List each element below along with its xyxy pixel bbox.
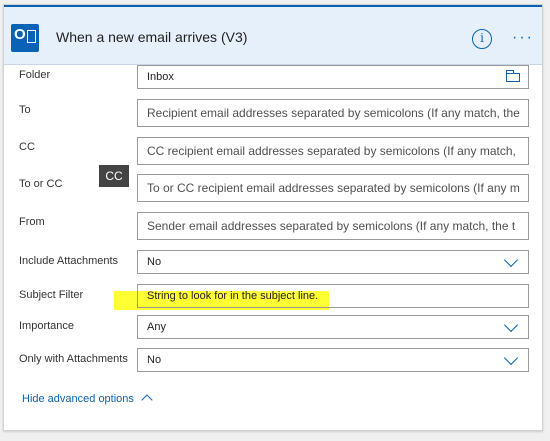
to-or-cc-label: To or CC <box>19 178 63 190</box>
folder-field[interactable]: Inbox <box>137 65 529 89</box>
importance-label: Importance <box>19 320 75 332</box>
from-placeholder: Sender email addresses separated by semi… <box>147 219 516 233</box>
trigger-card: O When a new email arrives (V3) i ··· Fo… <box>3 4 543 431</box>
hide-advanced-options-link[interactable]: Hide advanced options <box>22 393 134 405</box>
folder-label: Folder <box>19 69 51 81</box>
only-with-attachments-value: No <box>147 354 162 366</box>
to-label: To <box>19 104 31 116</box>
subject-filter-placeholder: String to look for in the subject line. <box>147 290 319 302</box>
cc-tooltip: CC <box>99 165 129 187</box>
importance-dropdown[interactable]: Any <box>137 315 529 339</box>
include-attachments-dropdown[interactable]: No <box>137 250 529 274</box>
cc-field[interactable]: CC recipient email addresses separated b… <box>137 137 529 165</box>
folder-icon[interactable] <box>506 70 520 82</box>
cc-label: CC <box>19 141 35 153</box>
card-header[interactable]: O When a new email arrives (V3) i ··· <box>4 5 542 65</box>
cc-placeholder: CC recipient email addresses separated b… <box>147 144 516 158</box>
trigger-title: When a new email arrives (V3) <box>56 29 248 45</box>
subject-filter-label: Subject Filter <box>19 289 84 301</box>
importance-value: Any <box>147 321 166 333</box>
outlook-icon: O <box>11 24 39 52</box>
outlook-letter-icon: O <box>14 26 26 43</box>
include-attachments-label: Include Attachments <box>19 255 119 267</box>
subject-filter-field[interactable]: String to look for in the subject line. <box>137 284 529 308</box>
to-or-cc-field[interactable]: To or CC recipient email addresses separ… <box>137 174 529 202</box>
from-label: From <box>19 216 45 228</box>
chevron-up-icon[interactable] <box>141 394 153 406</box>
only-with-attachments-dropdown[interactable]: No <box>137 348 529 372</box>
only-with-attachments-label: Only with Attachments <box>19 353 128 365</box>
to-placeholder: Recipient email addresses separated by s… <box>147 106 520 120</box>
more-options-icon[interactable]: ··· <box>512 29 534 47</box>
from-field[interactable]: Sender email addresses separated by semi… <box>137 212 529 240</box>
folder-value: Inbox <box>147 71 174 83</box>
to-or-cc-placeholder: To or CC recipient email addresses separ… <box>147 181 520 195</box>
to-field[interactable]: Recipient email addresses separated by s… <box>137 99 529 127</box>
outlook-envelope-icon <box>27 30 36 43</box>
include-attachments-value: No <box>147 256 162 268</box>
info-icon[interactable]: i <box>472 29 492 49</box>
